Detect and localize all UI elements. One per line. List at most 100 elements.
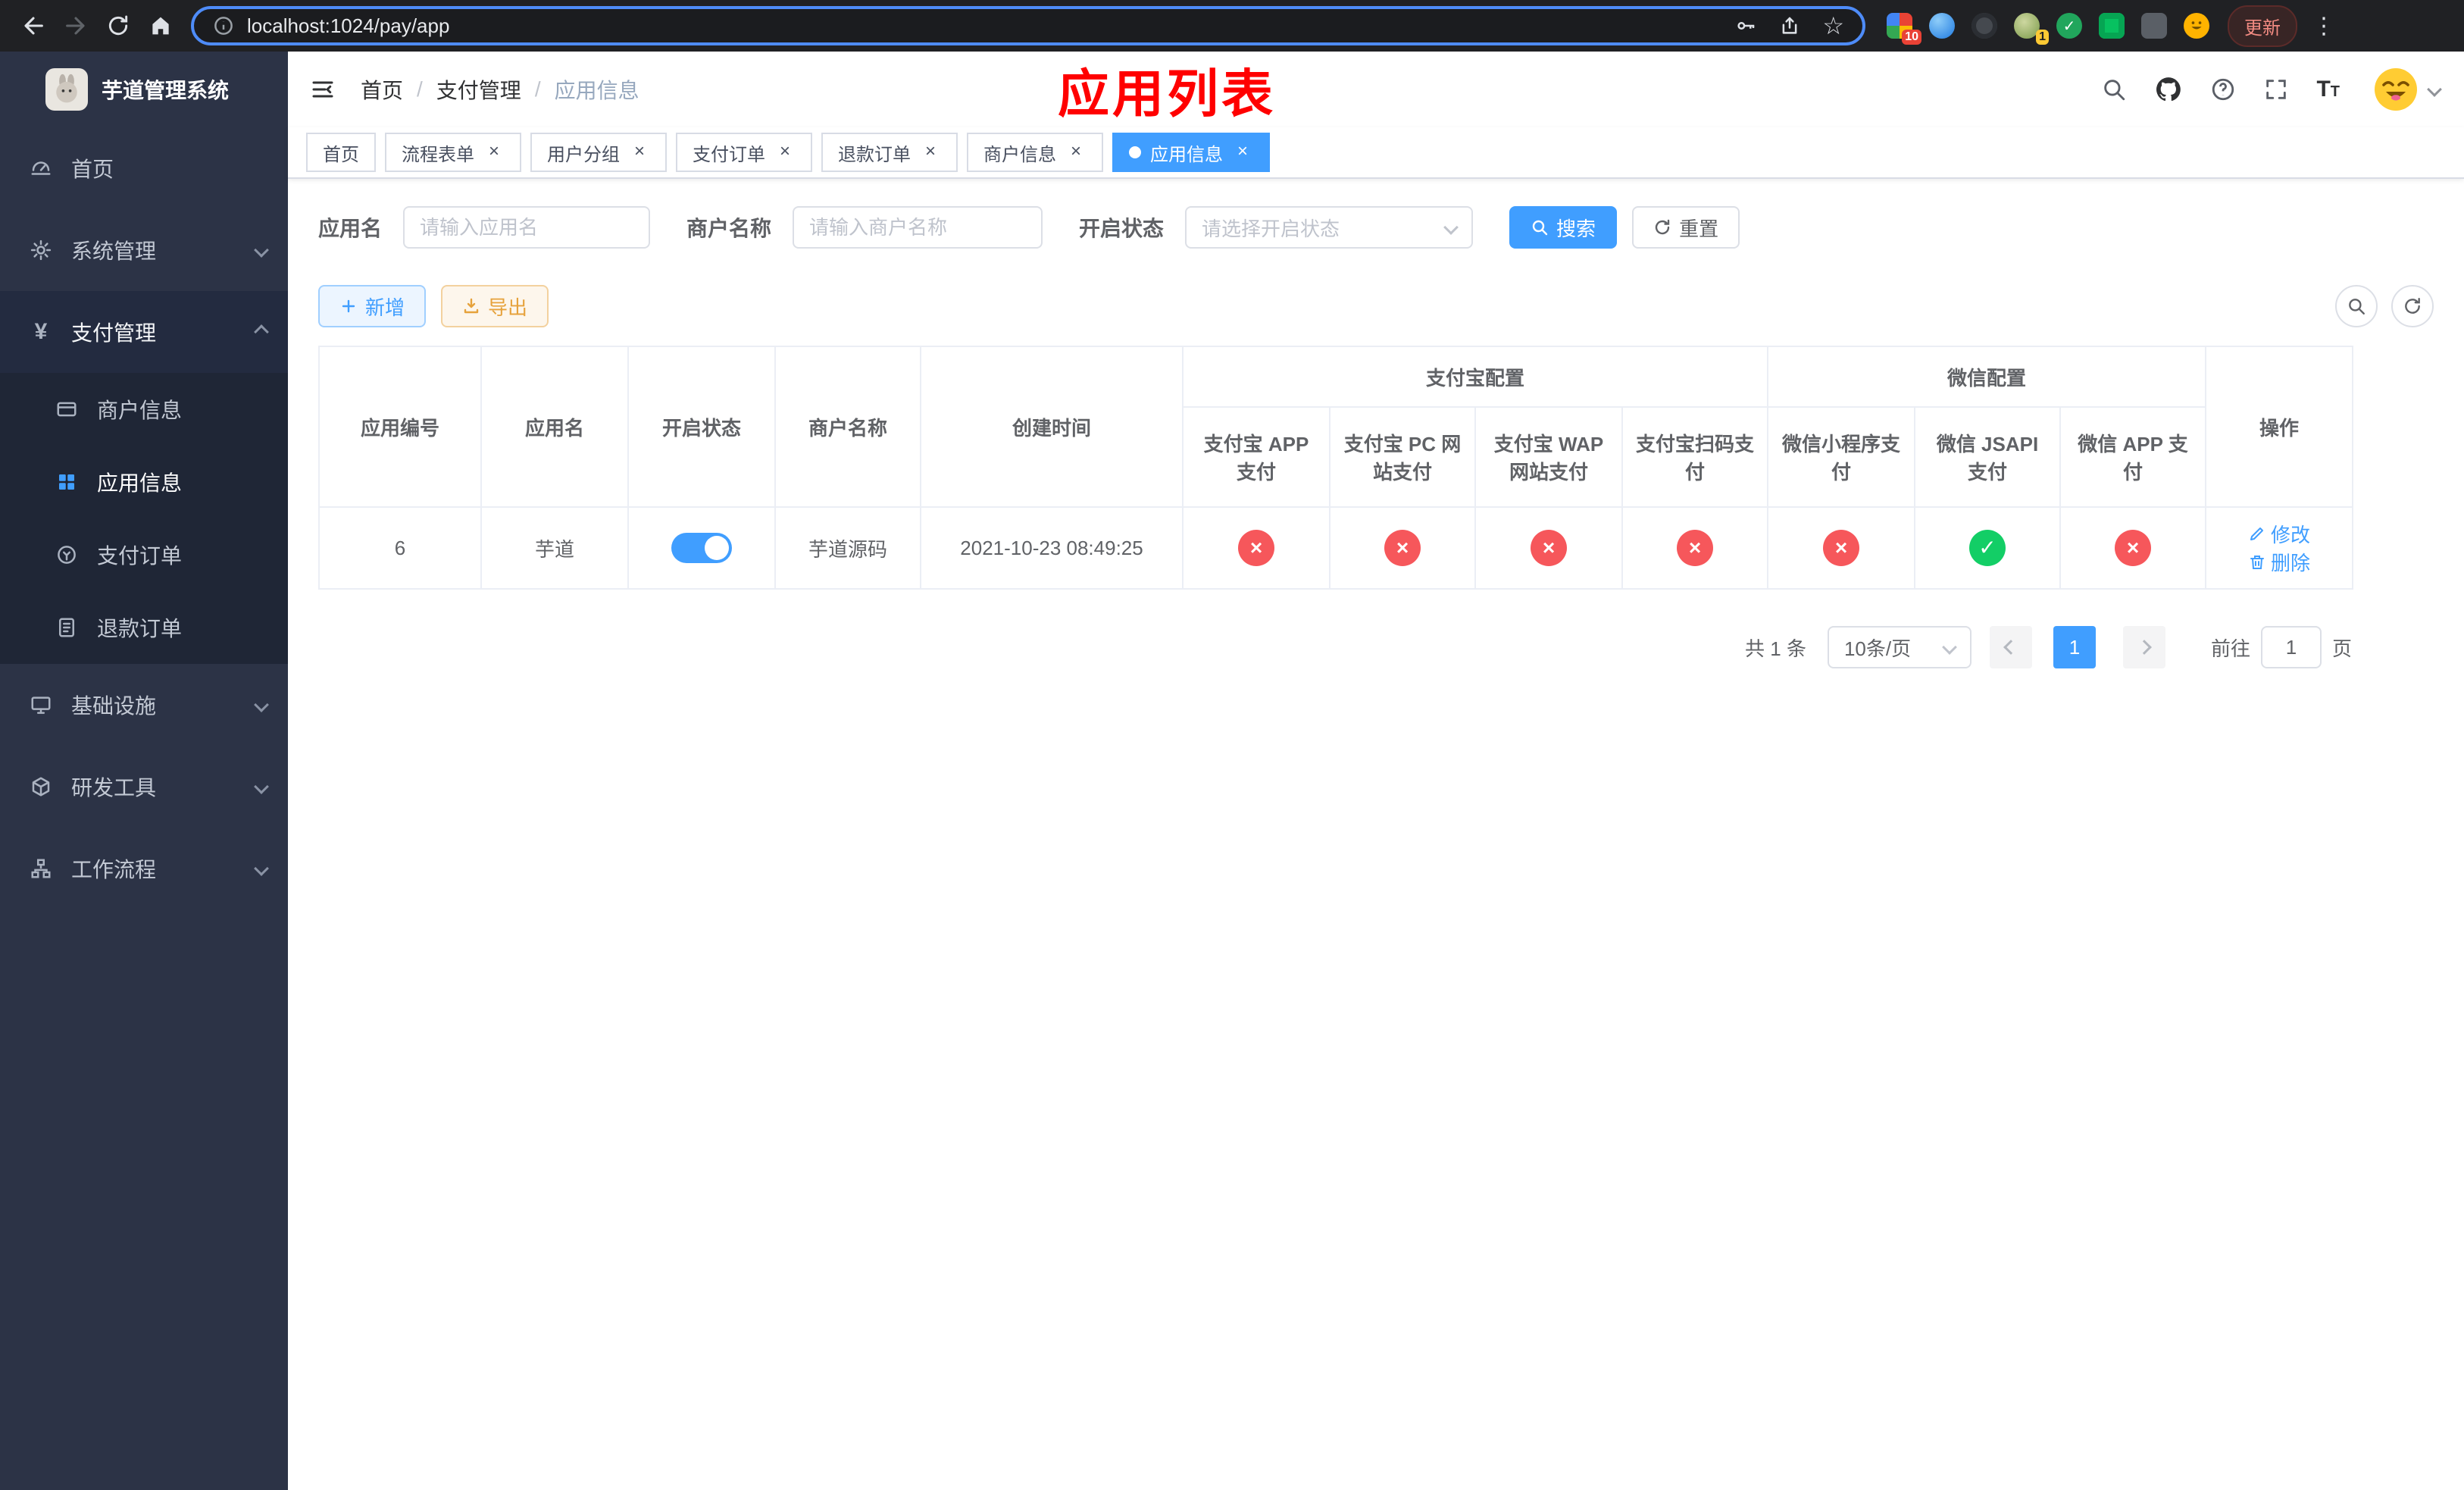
sidebar-item-dev-tools[interactable]: 研发工具	[0, 746, 288, 828]
wx-mini-status-icon: ×	[1823, 530, 1860, 566]
extension-icon-4[interactable]: 1	[2014, 13, 2049, 45]
edit-link-label: 修改	[2271, 523, 2311, 546]
sidebar-item-label: 应用信息	[97, 471, 183, 495]
forward-icon[interactable]	[55, 5, 97, 47]
delete-link[interactable]: 删除	[2248, 548, 2310, 576]
pagination-total: 共 1 条	[1745, 637, 1806, 660]
extension-icon-1[interactable]: 10	[1887, 13, 1921, 45]
app-name-input[interactable]	[403, 206, 651, 249]
yen-icon: ¥	[34, 319, 48, 344]
tab-label: 商户信息	[983, 144, 1056, 165]
merchant-name-label: 商户名称	[686, 217, 772, 240]
cell-merchant: 芋道源码	[774, 506, 921, 590]
edit-link[interactable]: 修改	[2248, 520, 2310, 548]
share-icon[interactable]	[1778, 14, 1801, 37]
refresh-icon[interactable]	[2391, 285, 2434, 327]
reload-icon[interactable]	[97, 5, 139, 47]
sidebar: 芋道管理系统 首页 系统管理 ¥ 支付管理 商户信息 应用信息 支付订单 退款订…	[0, 52, 288, 1490]
url-bar[interactable]: localhost:1024/pay/app ☆	[191, 6, 1865, 45]
sidebar-item-label: 基础设施	[71, 694, 157, 718]
tab-app-info[interactable]: 应用信息 ×	[1112, 133, 1270, 172]
github-icon[interactable]	[2154, 75, 2183, 104]
extension-icon-2[interactable]	[1929, 13, 1955, 39]
url-text[interactable]: localhost:1024/pay/app	[247, 14, 449, 38]
extension-icon-3[interactable]	[1972, 13, 1997, 39]
sidebar-item-infrastructure[interactable]: 基础设施	[0, 664, 288, 746]
navbar-actions: TT	[2101, 67, 2442, 112]
sidebar-item-pay-orders[interactable]: 支付订单	[0, 518, 288, 591]
bookmark-star-icon[interactable]: ☆	[1822, 14, 1844, 38]
font-size-icon[interactable]: TT	[2316, 77, 2340, 102]
column-header-wx-app: 微信 APP 支付	[2059, 406, 2207, 508]
show-search-icon[interactable]	[2335, 285, 2378, 327]
cell-created: 2021-10-23 08:49:25	[920, 506, 1184, 590]
extensions-area: 10 1 ✓	[1887, 13, 2209, 45]
tab-pay-orders[interactable]: 支付订单 ×	[676, 133, 812, 172]
chevron-down-icon	[254, 243, 269, 258]
kebab-menu-icon[interactable]: ⋮	[2312, 13, 2335, 39]
back-icon[interactable]	[12, 5, 55, 47]
export-button[interactable]: 导出	[441, 285, 549, 327]
sidebar-item-app-info[interactable]: 应用信息	[0, 446, 288, 518]
status-select[interactable]: 请选择开启状态	[1185, 206, 1474, 249]
tab-merchant-info[interactable]: 商户信息 ×	[967, 133, 1103, 172]
fullscreen-icon[interactable]	[2263, 77, 2289, 102]
enable-toggle[interactable]	[671, 533, 732, 563]
sidebar-item-system[interactable]: 系统管理	[0, 209, 288, 291]
tab-home[interactable]: 首页	[306, 133, 376, 172]
goto-unit: 页	[2331, 637, 2352, 660]
sidebar-item-payment[interactable]: ¥ 支付管理	[0, 291, 288, 373]
sidebar-item-refund-orders[interactable]: 退款订单	[0, 591, 288, 664]
update-button[interactable]: 更新	[2228, 5, 2297, 47]
page-size-select[interactable]: 10条/页	[1827, 626, 1972, 668]
close-icon[interactable]: ×	[1065, 142, 1087, 163]
sidebar-item-home[interactable]: 首页	[0, 127, 288, 209]
sidebar-item-label: 研发工具	[71, 776, 157, 800]
extension-icon-7[interactable]	[2141, 13, 2167, 39]
extension-icon-5[interactable]: ✓	[2056, 13, 2082, 39]
search-icon[interactable]	[2101, 77, 2127, 102]
close-icon[interactable]: ×	[483, 142, 505, 163]
reset-button[interactable]: 重置	[1632, 206, 1740, 249]
key-icon[interactable]	[1734, 14, 1757, 37]
tab-process-form[interactable]: 流程表单 ×	[385, 133, 521, 172]
sidebar-item-merchant-info[interactable]: 商户信息	[0, 373, 288, 446]
close-icon[interactable]: ×	[920, 142, 941, 163]
help-icon[interactable]	[2210, 77, 2236, 102]
close-icon[interactable]: ×	[1232, 142, 1253, 163]
search-button[interactable]: 搜索	[1509, 206, 1618, 249]
extension-icon-8[interactable]	[2184, 13, 2209, 39]
sidebar-item-label: 支付管理	[71, 321, 157, 345]
add-button[interactable]: 新增	[318, 285, 427, 327]
dashboard-icon	[29, 157, 53, 180]
avatar[interactable]	[2373, 67, 2419, 112]
close-icon[interactable]: ×	[629, 142, 650, 163]
close-icon[interactable]: ×	[774, 142, 796, 163]
merchant-name-input[interactable]	[793, 206, 1043, 249]
page-number-button[interactable]: 1	[2053, 626, 2096, 668]
goto-page-input[interactable]	[2260, 626, 2322, 668]
extension-icon-6[interactable]	[2099, 13, 2125, 39]
breadcrumb-payment[interactable]: 支付管理	[436, 74, 521, 105]
tab-user-group[interactable]: 用户分组 ×	[530, 133, 667, 172]
extension-badge: 1	[2036, 30, 2049, 45]
breadcrumb-home[interactable]: 首页	[361, 74, 403, 105]
info-icon[interactable]	[212, 14, 235, 37]
next-page-button[interactable]	[2122, 626, 2165, 668]
user-menu[interactable]	[2373, 67, 2442, 112]
cell-app-name: 芋道	[480, 506, 629, 590]
app-logo[interactable]: 芋道管理系统	[0, 52, 288, 127]
alipay-app-status-icon: ×	[1238, 530, 1274, 566]
logo-image	[45, 68, 88, 111]
hamburger-icon[interactable]	[309, 76, 336, 103]
home-icon[interactable]	[139, 5, 182, 47]
tab-refund-orders[interactable]: 退款订单 ×	[821, 133, 958, 172]
app-table: 应用编号 应用名 开启状态 商户名称 创建时间 支付宝配置 微信配置 操作 支付…	[318, 346, 2354, 590]
prev-page-button[interactable]	[1989, 626, 2032, 668]
sidebar-item-workflow[interactable]: 工作流程	[0, 828, 288, 909]
credit-card-icon	[55, 398, 79, 421]
column-header-alipay-scan: 支付宝扫码支付	[1621, 406, 1769, 508]
sitemap-icon	[29, 857, 53, 880]
column-header-alipay-pc: 支付宝 PC 网站支付	[1329, 406, 1476, 508]
payment-submenu: 商户信息 应用信息 支付订单 退款订单	[0, 373, 288, 664]
